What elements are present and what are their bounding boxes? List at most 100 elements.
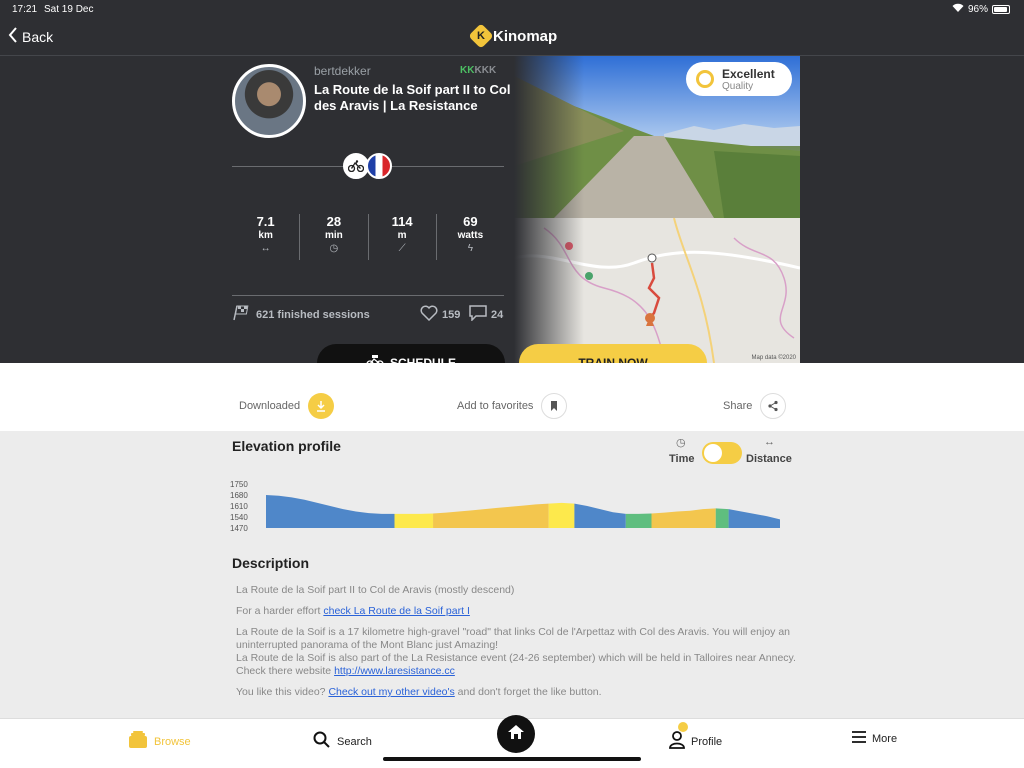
tab-browse[interactable]: Browse xyxy=(128,731,191,752)
home-icon xyxy=(507,724,525,745)
clock-icon: ◷ xyxy=(329,243,339,254)
user-icon xyxy=(669,731,685,752)
browse-icon xyxy=(128,731,148,752)
stat-unit: m xyxy=(397,230,407,241)
quality-badge: Excellent Quality xyxy=(686,62,792,96)
y-tick-label: 1470 xyxy=(230,524,248,533)
rating-mark-icon: K xyxy=(481,65,489,76)
status-bar: 17:21 Sat 19 Dec 96% xyxy=(0,0,1024,18)
heart-icon xyxy=(420,305,438,324)
rating-mark-icon: K xyxy=(467,65,474,76)
description-line: For a harder effort check La Route de la… xyxy=(236,605,796,618)
time-distance-toggle[interactable]: ◷ Time ↔ Distance xyxy=(668,436,794,468)
map-credit: Map data ©2020 xyxy=(751,355,796,361)
likes-count: 159 xyxy=(442,308,461,321)
comments-button[interactable]: 24 xyxy=(469,305,503,324)
rating-mark-icon: K xyxy=(474,65,481,76)
stat-unit: km xyxy=(258,230,273,241)
divider xyxy=(232,295,504,296)
menu-icon xyxy=(852,731,866,746)
search-icon xyxy=(313,731,331,752)
y-tick-label: 1540 xyxy=(230,513,248,522)
description-line: La Route de la Soif part II to Col de Ar… xyxy=(236,584,515,596)
stat-unit: min xyxy=(324,230,343,241)
tab-search-label: Search xyxy=(337,735,372,748)
home-button[interactable] xyxy=(497,715,535,753)
stats-row: 7.1 km ↔ 28 min ◷ 114 m ⟋ 69 watts ϟ xyxy=(232,214,504,260)
author-avatar[interactable] xyxy=(232,64,306,138)
toggle-switch[interactable] xyxy=(702,442,742,464)
comments-count: 24 xyxy=(491,308,504,321)
description-text: You like this video? xyxy=(236,686,329,698)
tab-profile[interactable]: Profile xyxy=(669,731,722,752)
status-time: 17:21 xyxy=(12,4,38,15)
description-title: Description xyxy=(232,555,310,571)
description-line: You like this video? Check out my other … xyxy=(236,686,796,699)
elevation-title: Elevation profile xyxy=(232,438,341,454)
y-tick-label: 1610 xyxy=(230,502,248,511)
toggle-time-label: Time xyxy=(669,453,695,465)
profile-notification-badge xyxy=(678,722,688,732)
add-favorites-button[interactable]: Add to favorites xyxy=(457,393,568,419)
elevation-chart: 1750 1680 1610 1540 1470 xyxy=(230,480,780,533)
description-body: La Route de la Soif part II to Col de Ar… xyxy=(236,584,796,707)
brand-name: Kinomap xyxy=(493,27,558,45)
action-row: Downloaded Add to favorites Share xyxy=(0,363,1024,431)
elevation-segment xyxy=(574,503,626,528)
nav-bar: Back K Kinomap xyxy=(0,18,1024,56)
finished-sessions: 621 finished sessions xyxy=(232,305,370,324)
stat-value: 7.1 xyxy=(256,214,275,229)
favorites-label: Add to favorites xyxy=(457,400,534,412)
share-label: Share xyxy=(723,400,753,412)
description-text: and don't forget the like button. xyxy=(454,686,602,698)
stat-value: 69 xyxy=(463,214,478,229)
kinomap-logo-icon: K xyxy=(468,23,494,49)
stat-duration: 28 min ◷ xyxy=(300,214,369,260)
image-fade xyxy=(514,56,584,363)
like-button[interactable]: 159 xyxy=(420,305,460,324)
website-link[interactable]: http://www.laresistance.cc xyxy=(334,665,455,677)
tab-more[interactable]: More xyxy=(852,731,897,746)
y-tick-label: 1680 xyxy=(230,491,248,500)
tab-more-label: More xyxy=(872,732,898,745)
downloaded-label: Downloaded xyxy=(239,400,301,412)
elevation-segment xyxy=(715,508,729,528)
wifi-icon xyxy=(952,3,964,15)
stat-value: 28 xyxy=(326,214,342,229)
elevation-segment xyxy=(651,508,716,528)
share-icon xyxy=(760,393,787,419)
home-indicator xyxy=(383,757,641,761)
checkered-flag-icon xyxy=(232,305,250,324)
stat-elevation: 114 m ⟋ xyxy=(369,214,437,260)
downloaded-button[interactable]: Downloaded xyxy=(239,393,335,419)
status-date: Sat 19 Dec xyxy=(44,4,94,15)
status-right: 96% xyxy=(952,3,1010,15)
share-button[interactable]: Share xyxy=(723,393,787,419)
stat-distance: 7.1 km ↔ xyxy=(232,214,301,260)
part1-link[interactable]: check La Route de la Soif part I xyxy=(323,605,470,617)
difficulty-rating: KKKKK xyxy=(460,65,496,76)
description-text: La Route de la Soif is also part of the … xyxy=(236,652,796,677)
quality-subtitle: Quality xyxy=(722,80,754,92)
y-tick-label: 1750 xyxy=(230,480,248,489)
quality-title: Excellent xyxy=(722,66,775,81)
france-flag-icon xyxy=(366,153,392,179)
sport-country-icons xyxy=(343,153,392,179)
author-name[interactable]: bertdekker xyxy=(314,64,371,78)
other-videos-link[interactable]: Check out my other video's xyxy=(328,686,454,698)
battery-percent: 96% xyxy=(967,3,988,15)
description-text: La Route de la Soif is a 17 kilometre hi… xyxy=(236,626,791,651)
back-button[interactable]: Back xyxy=(8,27,53,46)
download-icon xyxy=(308,393,335,419)
toggle-knob xyxy=(704,444,722,462)
distance-icon: ↔ xyxy=(764,436,775,448)
comment-icon xyxy=(469,305,487,324)
rating-mark-icon: K xyxy=(460,65,467,76)
tab-profile-label: Profile xyxy=(691,735,723,748)
elevation-segment xyxy=(728,509,780,528)
tab-search[interactable]: Search xyxy=(313,731,372,752)
lightning-icon: ϟ xyxy=(467,243,474,254)
stat-value: 114 xyxy=(391,214,413,229)
battery-icon xyxy=(992,4,1010,14)
elevation-icon: ⟋ xyxy=(398,243,406,254)
